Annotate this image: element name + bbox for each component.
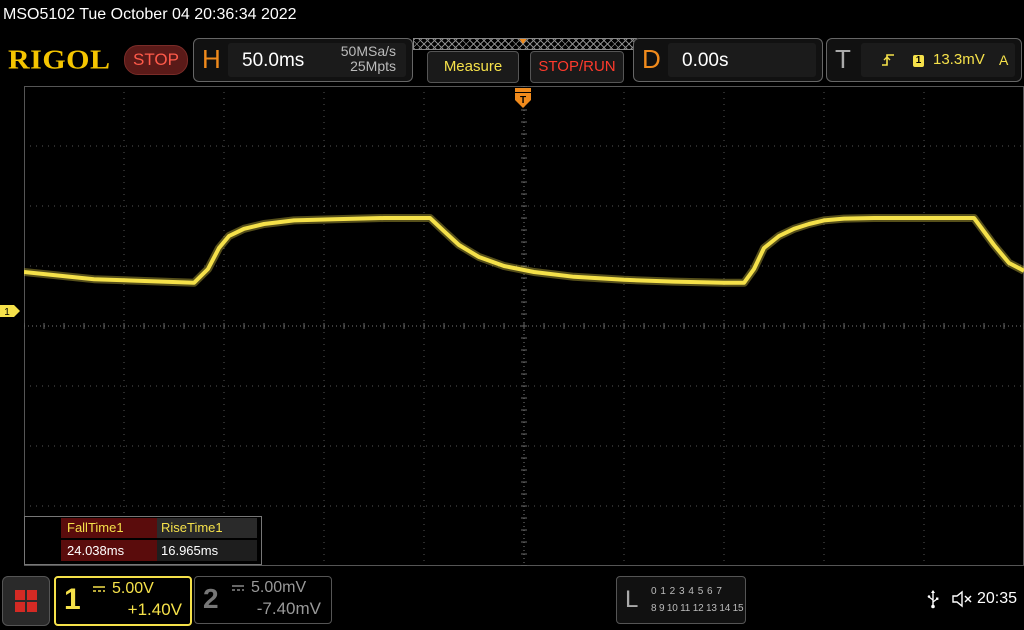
trigger-level: 13.3mV [933, 51, 985, 68]
timebase-value: 50.0ms [242, 50, 305, 71]
main-menu-button[interactable] [2, 576, 50, 626]
stop-run-button[interactable]: STOP/RUN [530, 51, 624, 83]
rising-edge-icon [882, 54, 894, 66]
usb-icon [927, 590, 939, 609]
trigger-time-marker-icon[interactable]: T [514, 88, 532, 108]
measurement-name-falltime: FallTime1 [61, 518, 157, 538]
trigger-coupling: A [999, 52, 1009, 68]
delay-value: 0.00s [682, 50, 729, 71]
logic-channels-8-15: 8 9 10 11 12 13 14 15 [651, 603, 744, 614]
channel1-number: 1 [64, 583, 81, 616]
channel1-scale: 5.00V [112, 580, 154, 597]
channel2-scale: 5.00mV [251, 579, 307, 596]
acquisition-info: 50MSa/s 25Mpts [341, 44, 396, 74]
system-clock: 20:35 [977, 590, 1018, 607]
sample-rate: 50MSa/s [340, 43, 396, 59]
channel1-offset: +1.40V [127, 600, 182, 619]
channel1-offset-marker-icon[interactable]: 1 [0, 305, 20, 317]
channel1-panel[interactable]: 1 5.00V +1.40V [54, 576, 192, 626]
channel2-panel[interactable]: 2 5.00mV -7.40mV [194, 576, 332, 624]
trigger-position-marker-icon [518, 39, 528, 44]
horizontal-panel[interactable]: H 50.0ms 50MSa/s 25Mpts [193, 38, 413, 82]
measurement-value-risetime: 16.965ms [157, 540, 257, 561]
memory-depth: 25Mpts [350, 58, 396, 74]
dc-coupling-icon [93, 586, 105, 592]
measure-button[interactable]: Measure [427, 51, 519, 83]
measurement-value-falltime: 24.038ms [61, 540, 157, 561]
delay-values: 0.00s [668, 43, 816, 77]
channel2-offset: -7.40mV [256, 599, 321, 618]
horizontal-values: 50.0ms 50MSa/s 25Mpts [228, 43, 406, 77]
delay-panel[interactable]: D 0.00s [633, 38, 823, 82]
graticule-grid [24, 86, 1024, 566]
measurement-name-risetime: RiseTime1 [157, 518, 257, 538]
speaker-muted-icon[interactable] [951, 590, 975, 608]
logic-letter: L [625, 586, 639, 613]
channel1-marker-label: 1 [4, 307, 10, 317]
run-state-badge: STOP [124, 45, 188, 75]
trigger-values: 1 13.3mV A [861, 43, 1015, 77]
channel2-number: 2 [203, 583, 219, 614]
logic-channels-0-7: 0 1 2 3 4 5 6 7 [651, 586, 723, 597]
trigger-source-channel: 1 [913, 55, 924, 67]
menu-grid-icon [15, 590, 37, 612]
status-line: MSO5102 Tue October 04 20:36:34 2022 [3, 6, 297, 23]
brand-logo: RIGOL [8, 44, 111, 75]
measurement-panel[interactable]: FallTime1 RiseTime1 24.038ms 16.965ms [24, 516, 262, 565]
memory-overview-strip [413, 38, 637, 50]
horizontal-letter: H [202, 44, 221, 74]
delay-letter: D [642, 44, 661, 74]
trigger-marker-label: T [520, 95, 526, 106]
waveform-display[interactable] [24, 86, 1024, 566]
logic-analyzer-panel[interactable]: L 0 1 2 3 4 5 6 7 8 9 10 11 12 13 14 15 [616, 576, 746, 624]
trigger-letter: T [835, 44, 851, 74]
dc-coupling-icon [232, 585, 244, 591]
trigger-panel[interactable]: T 1 13.3mV A [826, 38, 1022, 82]
